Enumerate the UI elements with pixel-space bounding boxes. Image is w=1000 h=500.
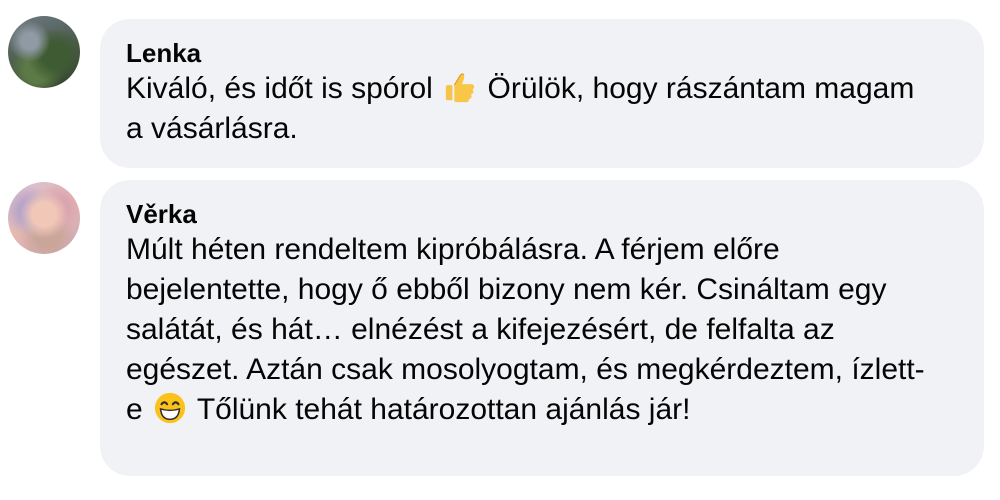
comment-bubble: Věrka Múlt héten rendeltem kipróbálásra.… <box>100 180 984 476</box>
avatar[interactable] <box>8 182 80 254</box>
thumbs-up-icon <box>445 73 475 103</box>
comment-author[interactable]: Věrka <box>126 198 958 230</box>
grinning-face-icon <box>154 392 186 424</box>
comment-bubble: Lenka Kiváló, és időt is spórol Örülök, … <box>100 19 984 168</box>
comment-text: Kiváló, és időt is spórol Örülök, hogy r… <box>126 69 926 149</box>
comment-author[interactable]: Lenka <box>126 37 958 69</box>
comment-text-part: Tőlünk tehát határozottan ajánlás jár! <box>189 393 691 426</box>
comment-text-part: Kiváló, és időt is spórol <box>126 72 442 105</box>
avatar[interactable] <box>8 16 80 88</box>
comment-text: Múlt héten rendeltem kipróbálásra. A fér… <box>126 230 926 430</box>
